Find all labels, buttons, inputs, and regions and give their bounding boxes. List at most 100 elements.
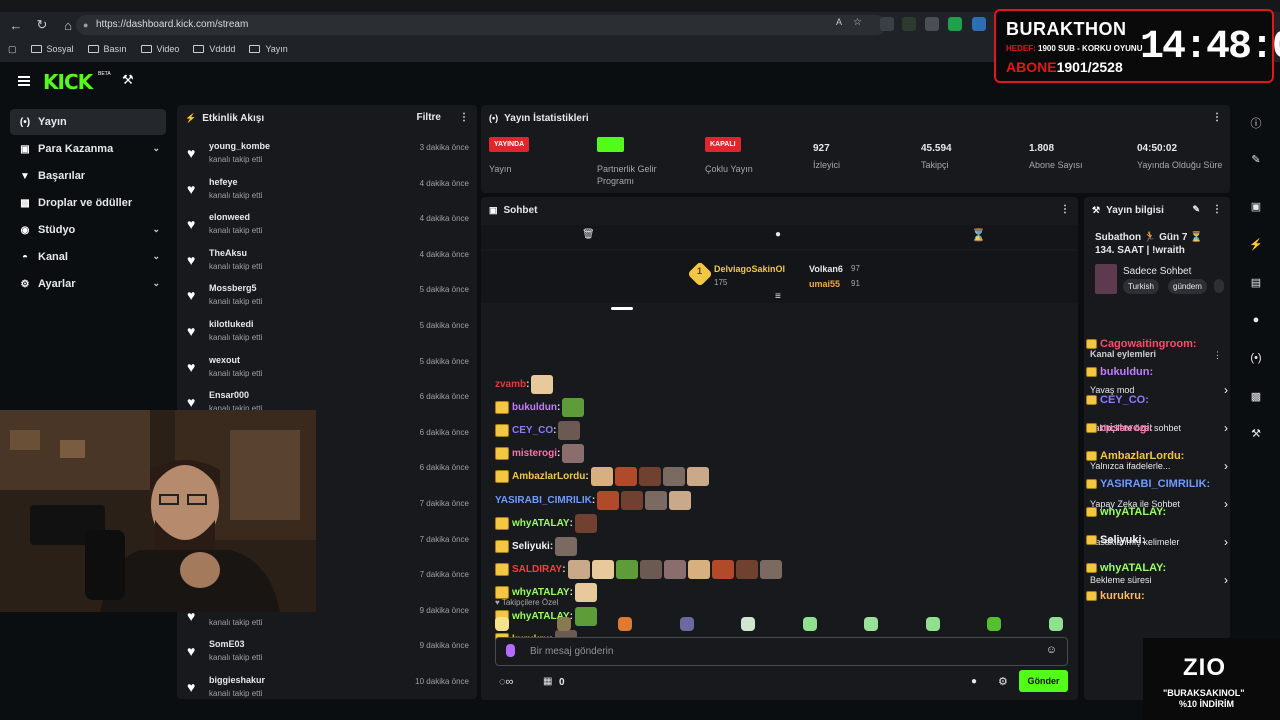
site-info-icon[interactable]: ● [83,15,88,35]
hourglass-icon[interactable]: ⌛ [971,228,986,242]
bookmark-folder[interactable]: Yayın [249,44,288,54]
trash-icon[interactable]: 🗑 [582,229,595,240]
home-icon[interactable]: ⌂ [58,15,78,35]
trophy-icon: ▼ [20,170,30,182]
chevron-down-icon: ⌄ [152,143,160,153]
focus-icon[interactable]: ▣ [1249,200,1263,214]
more-options-icon[interactable]: ⋮ [459,112,469,123]
reload-icon[interactable]: ↻ [32,15,52,35]
chat-username[interactable]: zvamb [495,379,526,390]
more-options-icon[interactable]: ⋮ [1212,204,1222,215]
follower-name[interactable]: wexout [209,355,240,365]
sub-badge-icon [1086,367,1097,377]
sidebar-item-yayin[interactable]: (•) Yayın [10,109,166,135]
favorite-star-icon[interactable]: ☆ [853,17,867,31]
chat-bubble-icon[interactable]: ● [971,676,977,687]
chat-username[interactable]: SALDIRAY [512,564,562,575]
follower-name[interactable]: elonweed [209,212,250,222]
bookmark-folder[interactable]: Sosyal [30,44,74,54]
read-aloud-icon[interactable]: A [836,17,850,31]
store-icon[interactable]: ▦ [543,676,552,687]
follower-name[interactable]: kilotlukedi [209,319,254,329]
bookmark-folder[interactable]: Vdddd [193,44,235,54]
points-icon[interactable]: ◌∞ [499,676,513,688]
sidebar-item-kanal[interactable]: ◓ Kanal ⌄ [10,244,166,270]
extension-icon[interactable] [972,17,986,31]
sidebar-item-para-kazanma[interactable]: ▣ Para Kazanma ⌄ [10,136,166,162]
sub-badge-icon [495,563,509,577]
extension-icon[interactable] [948,17,962,31]
follower-name[interactable]: Mossberg5 [209,283,257,293]
second-gifter-name: Volkan6 [809,264,843,274]
bolt-icon[interactable]: ⚡ [1249,238,1263,252]
top-gifters: 1 DelviagoSakinOl 175 Volkan6 97 umai55 … [481,251,1078,303]
chat-input-placeholder: Bir mesaj gönderin [530,646,614,657]
address-bar[interactable]: ● https://dashboard.kick.com/stream [76,15,886,35]
emote-icon[interactable] [802,617,817,631]
menu-icon[interactable] [18,76,30,86]
chat-input[interactable]: Bir mesaj gönderin ☺ [495,637,1068,666]
chat-icon[interactable]: ● [1249,314,1263,328]
chat-username[interactable]: CEY_CO [512,425,553,436]
follower-name[interactable]: young_kombe [209,141,270,151]
sidebar-item-studyo[interactable]: ◉ Stüdyo ⌄ [10,217,166,243]
bookmark-apps-icon[interactable]: ▢ [8,44,17,55]
sidebar-item-ayarlar[interactable]: ⚙ Ayarlar ⌄ [10,271,166,297]
emote-icon[interactable] [741,617,755,631]
emote-icon[interactable] [556,617,571,631]
layout-icon[interactable]: ▩ [1249,390,1263,404]
sidebar-item-basarilar[interactable]: ▼ Başarılar [10,163,166,189]
category-thumbnail [1095,264,1117,294]
broadcast-icon[interactable]: (•) [1249,352,1263,366]
document-icon[interactable]: ▤ [1249,276,1263,290]
chat-username[interactable]: YASIRABI_CIMRILIK [495,495,592,506]
activity-text: kanalı takip etti [209,297,263,307]
emote-icon[interactable] [925,617,940,631]
chat-username[interactable]: AmbazlarLordu [512,471,585,482]
heart-icon: ♥ [187,394,196,411]
emote-icon[interactable] [864,617,878,631]
extension-icon[interactable] [925,17,939,31]
chat-username[interactable]: misterogi [512,448,557,459]
info-icon[interactable]: ⓘ [1249,115,1263,130]
back-icon[interactable]: ← [6,15,26,35]
kick-logo[interactable]: KICK [43,70,93,94]
emote-icon[interactable] [679,617,694,631]
chat-username[interactable]: whyATALAY [512,587,570,598]
activity-text: kanalı takip etti [209,155,263,164]
edit-icon[interactable]: ✎ [1192,204,1200,215]
bookmark-folder[interactable]: Video [140,44,179,54]
follower-name[interactable]: biggieshakur [209,675,265,685]
extension-icon[interactable] [880,17,894,31]
sidebar-item-droplar[interactable]: ▩ Droplar ve ödüller [10,190,166,216]
more-options-icon[interactable]: ⋮ [1213,350,1222,361]
follower-name[interactable]: TheAksu [209,248,247,258]
emoji-icon[interactable]: ☺ [1046,644,1057,656]
follower-name[interactable]: Ensar000 [209,390,249,400]
follower-name[interactable]: hefeye [209,177,238,187]
emote-icon[interactable] [495,617,509,631]
settings-icon[interactable]: ⚙ [998,675,1008,688]
filter-button[interactable]: Filtre [417,112,441,123]
pen-icon[interactable]: ✎ [1249,153,1263,167]
emote-icon[interactable] [618,617,632,631]
emote-icon[interactable] [1048,617,1063,631]
heart-icon: ♥ [187,180,196,197]
expand-icon[interactable]: ≡ [775,291,781,302]
bookmark-folder[interactable]: Basın [87,44,127,54]
chat-username[interactable]: bukuldun [512,402,557,413]
wrench-icon[interactable]: ⚒ [1249,427,1263,441]
hammer-icon[interactable]: ⚒ [122,72,134,88]
chat-username[interactable]: Seliyuki [512,541,550,552]
more-options-icon[interactable]: ⋮ [1060,204,1070,215]
more-options-icon[interactable]: ⋮ [1212,112,1222,123]
mic-icon[interactable] [506,644,515,657]
follower-name[interactable]: SomE03 [209,639,245,649]
emote-icon[interactable] [987,617,1001,631]
speech-icon[interactable]: ● [775,229,781,240]
extension-icon[interactable] [902,17,916,31]
send-button[interactable]: Gönder [1019,670,1068,692]
chat-header: ▣ Sohbet ⋮ [481,197,1078,223]
chat-username[interactable]: whyATALAY [512,518,570,529]
stats-title: Yayın İstatistikleri [504,112,589,124]
